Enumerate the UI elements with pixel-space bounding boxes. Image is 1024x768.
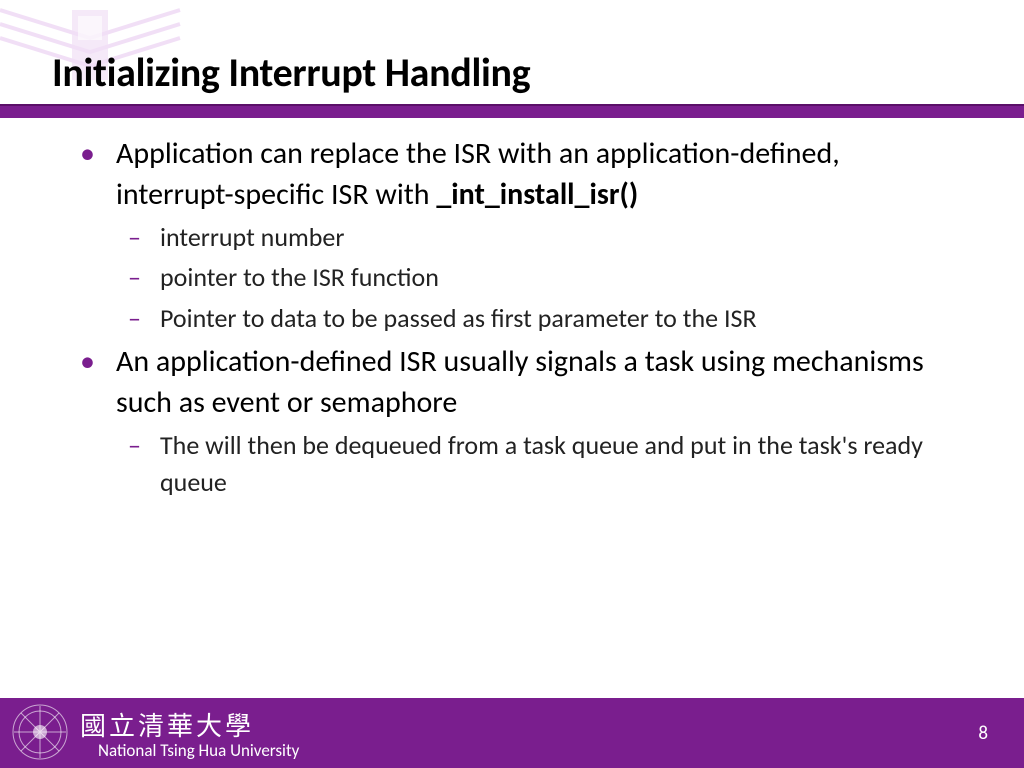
sub-list: The will then be dequeued from a task qu… [116, 427, 964, 500]
sub-item: pointer to the ISR function [116, 259, 964, 295]
page-number: 8 [978, 722, 988, 745]
bullet-item: An application-defined ISR usually signa… [70, 342, 964, 500]
bullet-bold: _int_install_isr() [436, 176, 638, 213]
university-name-chinese: 國立清華大學 [80, 706, 254, 743]
sub-item: Pointer to data to be passed as first pa… [116, 300, 964, 336]
bullet-item: Application can replace the ISR with an … [70, 134, 964, 336]
bullet-text: An application-defined ISR usually signa… [116, 343, 924, 421]
slide: Initializing Interrupt Handling Applicat… [0, 0, 1024, 768]
title-divider [0, 104, 1024, 118]
slide-title: Initializing Interrupt Handling [52, 48, 972, 97]
university-name-english: National Tsing Hua University [98, 740, 299, 761]
sub-item: interrupt number [116, 219, 964, 255]
university-seal-icon [10, 702, 70, 762]
slide-content: Application can replace the ISR with an … [70, 134, 964, 506]
sub-item: The will then be dequeued from a task qu… [116, 427, 964, 500]
bullet-list: Application can replace the ISR with an … [70, 134, 964, 500]
slide-footer: 國立清華大學 National Tsing Hua University 8 [0, 698, 1024, 768]
sub-list: interrupt number pointer to the ISR func… [116, 219, 964, 336]
